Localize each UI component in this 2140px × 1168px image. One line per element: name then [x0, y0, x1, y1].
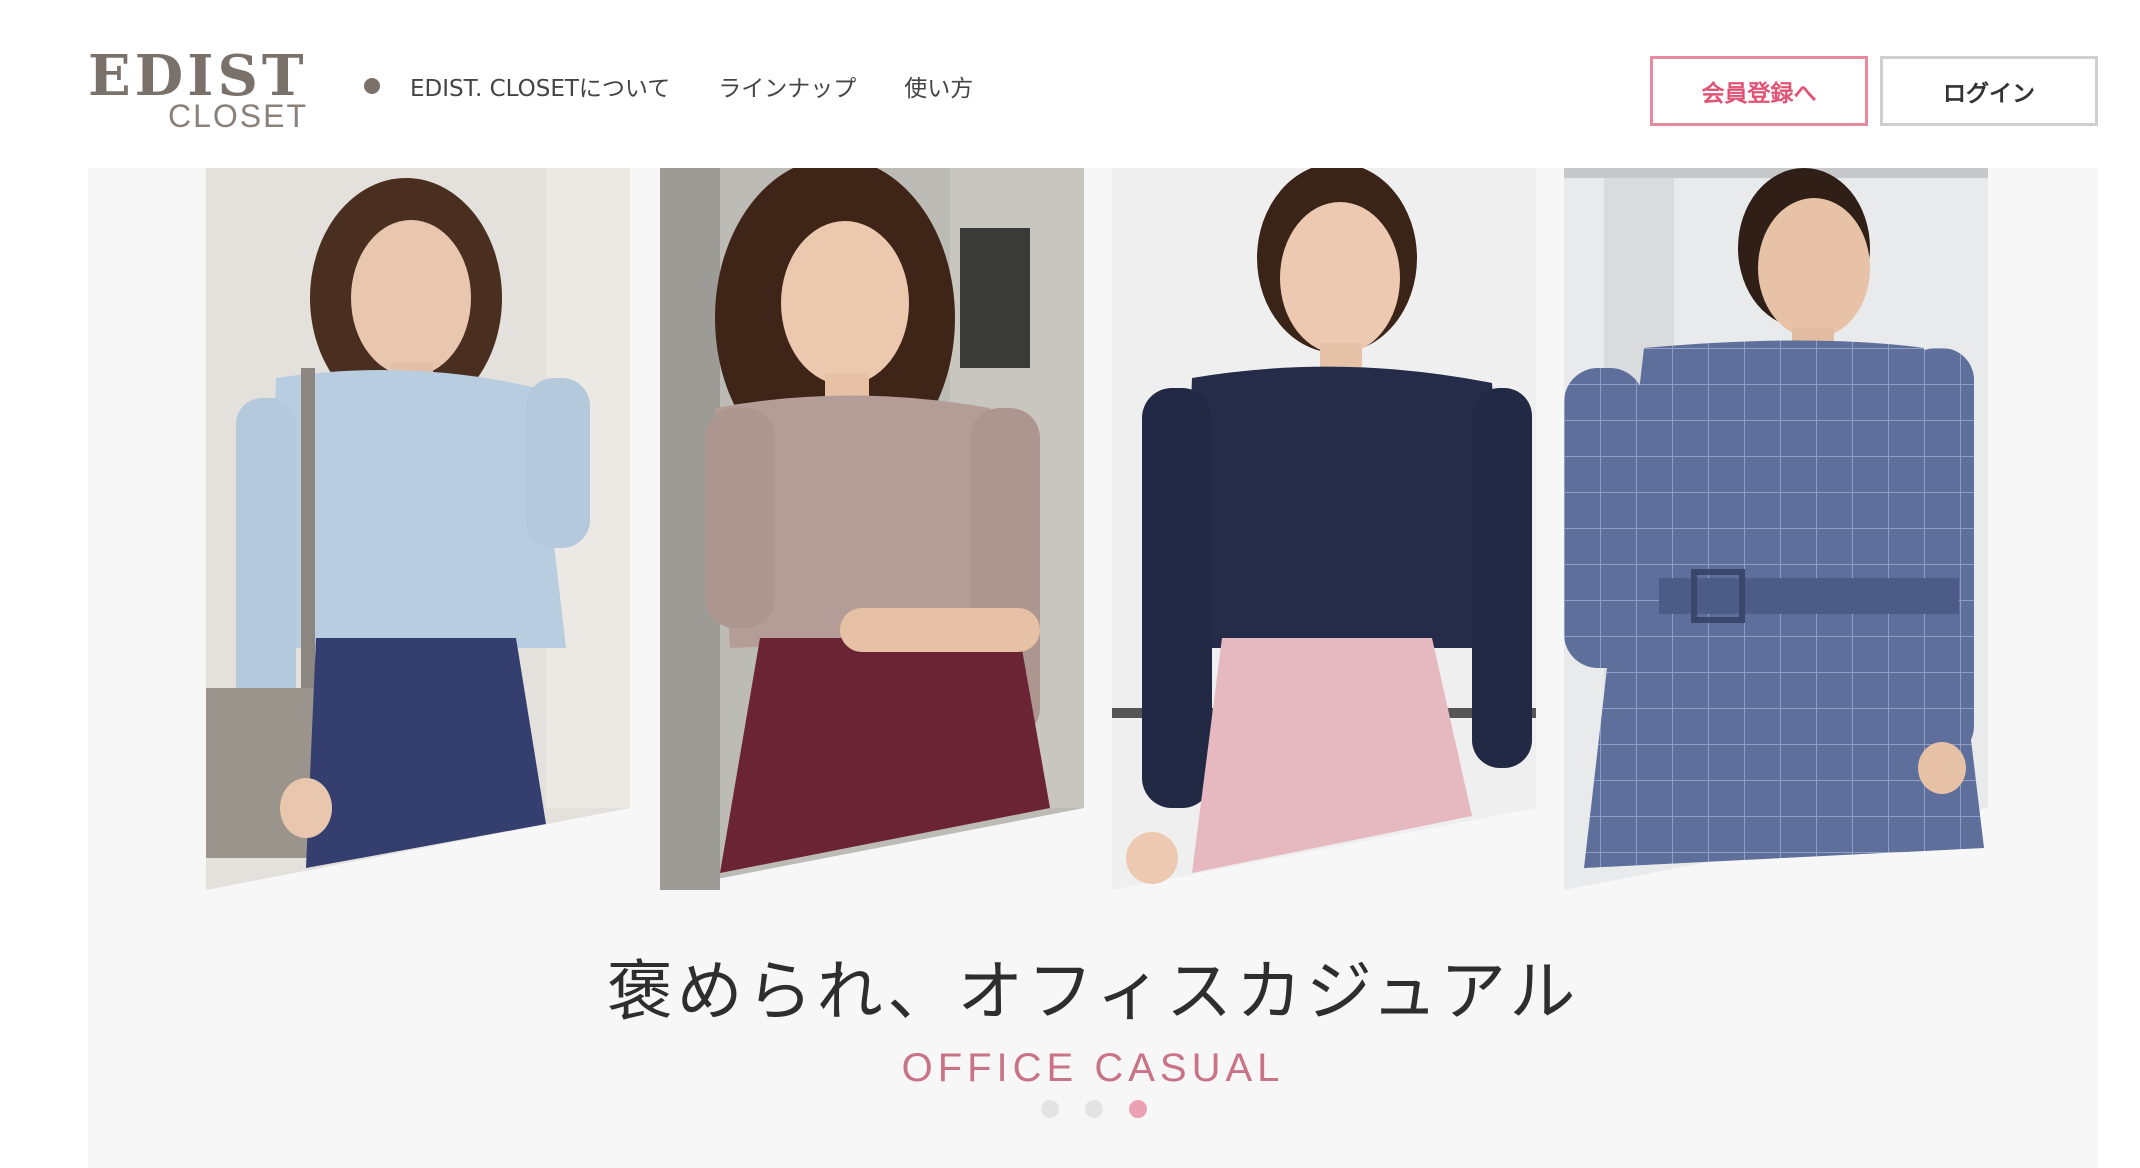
model-photo-3 [1112, 168, 1536, 890]
logo-subtitle: CLOSET [168, 98, 309, 134]
carousel-dot-2[interactable] [1085, 1100, 1103, 1118]
carousel-dot-3[interactable] [1129, 1100, 1147, 1118]
hero-subheadline: OFFICE CASUAL [901, 1046, 1285, 1090]
brand-logo[interactable]: EDIST CLOSET [88, 44, 388, 134]
model-photo-2 [660, 168, 1084, 890]
model-photo-1 [206, 168, 630, 890]
hero-headline: 褒められ、オフィスカジュアル [606, 953, 1580, 1030]
nav-item-lineup[interactable]: ラインナップ [718, 69, 856, 103]
hero-carousel: 褒められ、オフィスカジュアル OFFICE CASUAL [88, 168, 2098, 1168]
carousel-dot-1[interactable] [1041, 1100, 1059, 1118]
model-photo-4 [1564, 168, 1988, 890]
main-nav: EDIST. CLOSETについて ラインナップ 使い方 [410, 66, 973, 106]
nav-item-about[interactable]: EDIST. CLOSETについて [410, 69, 670, 103]
site-header: EDIST CLOSET EDIST. CLOSETについて ラインナップ 使い… [0, 0, 2140, 160]
register-button[interactable]: 会員登録へ [1650, 56, 1868, 126]
nav-item-how-to-use[interactable]: 使い方 [904, 69, 973, 103]
logo-dot [364, 78, 380, 94]
carousel-pagination [1041, 1100, 1147, 1118]
login-button[interactable]: ログイン [1880, 56, 2098, 126]
